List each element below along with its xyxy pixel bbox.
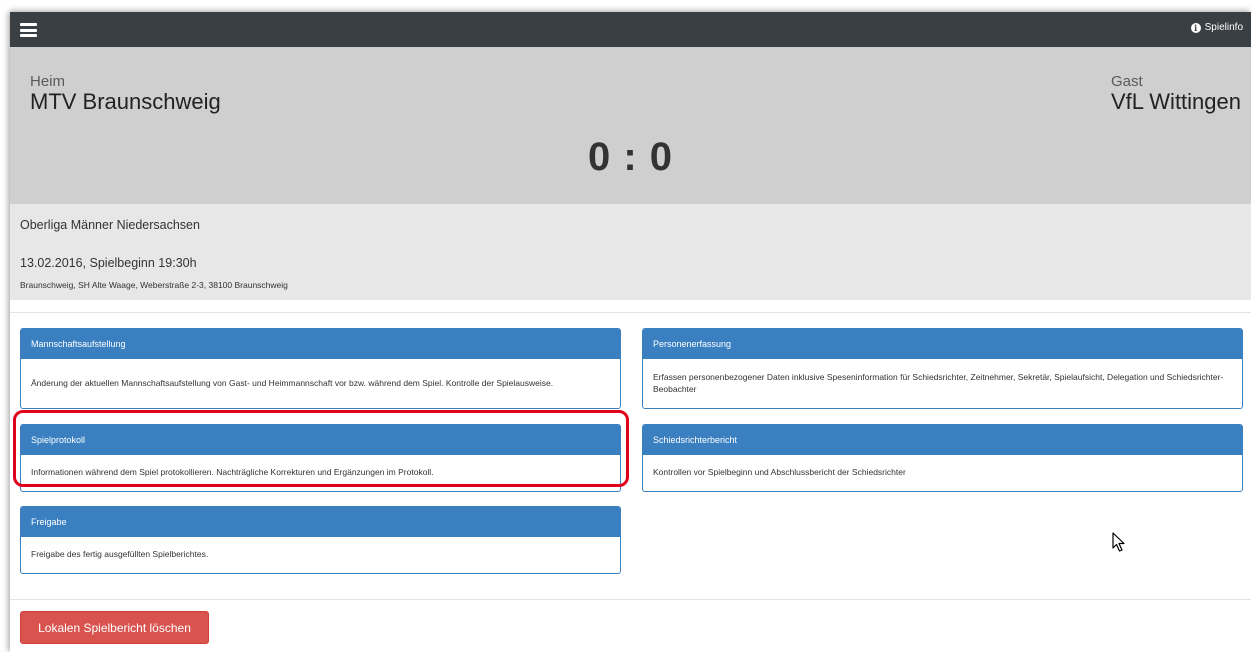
- highlight-frame: [13, 410, 629, 487]
- home-team-block: Heim MTV Braunschweig: [30, 73, 221, 115]
- info-circle-icon: i: [1190, 22, 1201, 33]
- panel-personenerfassung[interactable]: Personenerfassung Erfassen personenbezog…: [642, 328, 1243, 409]
- match-score: 0 : 0: [587, 135, 674, 179]
- panel-mannschaftsaufstellung[interactable]: Mannschaftsaufstellung Änderung der aktu…: [20, 328, 621, 409]
- panel-description: Änderung der aktuellen Mannschaftsaufste…: [31, 377, 554, 388]
- league-name: Oberliga Männer Niedersachsen: [20, 218, 200, 232]
- scoreboard: Heim MTV Braunschweig Gast VfL Wittingen…: [10, 47, 1251, 204]
- home-team-name: MTV Braunschweig: [30, 89, 221, 114]
- home-role-label: Heim: [30, 73, 66, 90]
- divider: [10, 312, 1251, 313]
- delete-local-report-button[interactable]: Lokalen Spielbericht löschen: [20, 611, 209, 644]
- panel-title: Personenerfassung: [643, 329, 1242, 359]
- panel-description: Erfassen personenbezogener Daten inklusi…: [653, 371, 1224, 394]
- panel-freigabe[interactable]: Freigabe Freigabe des fertig ausgefüllte…: [20, 506, 621, 574]
- panel-title: Schiedsrichterbericht: [643, 425, 1242, 455]
- panel-title: Freigabe: [21, 507, 620, 537]
- game-venue: Braunschweig, SH Alte Waage, Weberstraße…: [20, 280, 288, 290]
- panel-description: Kontrollen vor Spielbeginn und Abschluss…: [653, 467, 906, 477]
- app-window: i Spielinfo Heim MTV Braunschweig Gast V…: [10, 12, 1251, 652]
- game-date-time: 13.02.2016, Spielbeginn 19:30h: [20, 256, 197, 270]
- hamburger-menu-icon[interactable]: [20, 23, 37, 37]
- spielinfo-label: Spielinfo: [1204, 22, 1243, 33]
- top-navbar: i Spielinfo: [10, 12, 1251, 47]
- panel-schiedsrichterbericht[interactable]: Schiedsrichterbericht Kontrollen vor Spi…: [642, 424, 1243, 492]
- guest-team-block: Gast VfL Wittingen: [1111, 73, 1241, 115]
- panel-description: Freigabe des fertig ausgefüllten Spielbe…: [31, 549, 209, 559]
- guest-team-name: VfL Wittingen: [1110, 89, 1241, 114]
- game-info: Oberliga Männer Niedersachsen 13.02.2016…: [10, 204, 1251, 300]
- mouse-cursor-icon: [1112, 532, 1125, 552]
- panel-title: Mannschaftsaufstellung: [21, 329, 620, 359]
- spielinfo-link[interactable]: i Spielinfo: [1190, 22, 1243, 33]
- guest-role-label: Gast: [1110, 73, 1143, 90]
- divider: [10, 599, 1251, 600]
